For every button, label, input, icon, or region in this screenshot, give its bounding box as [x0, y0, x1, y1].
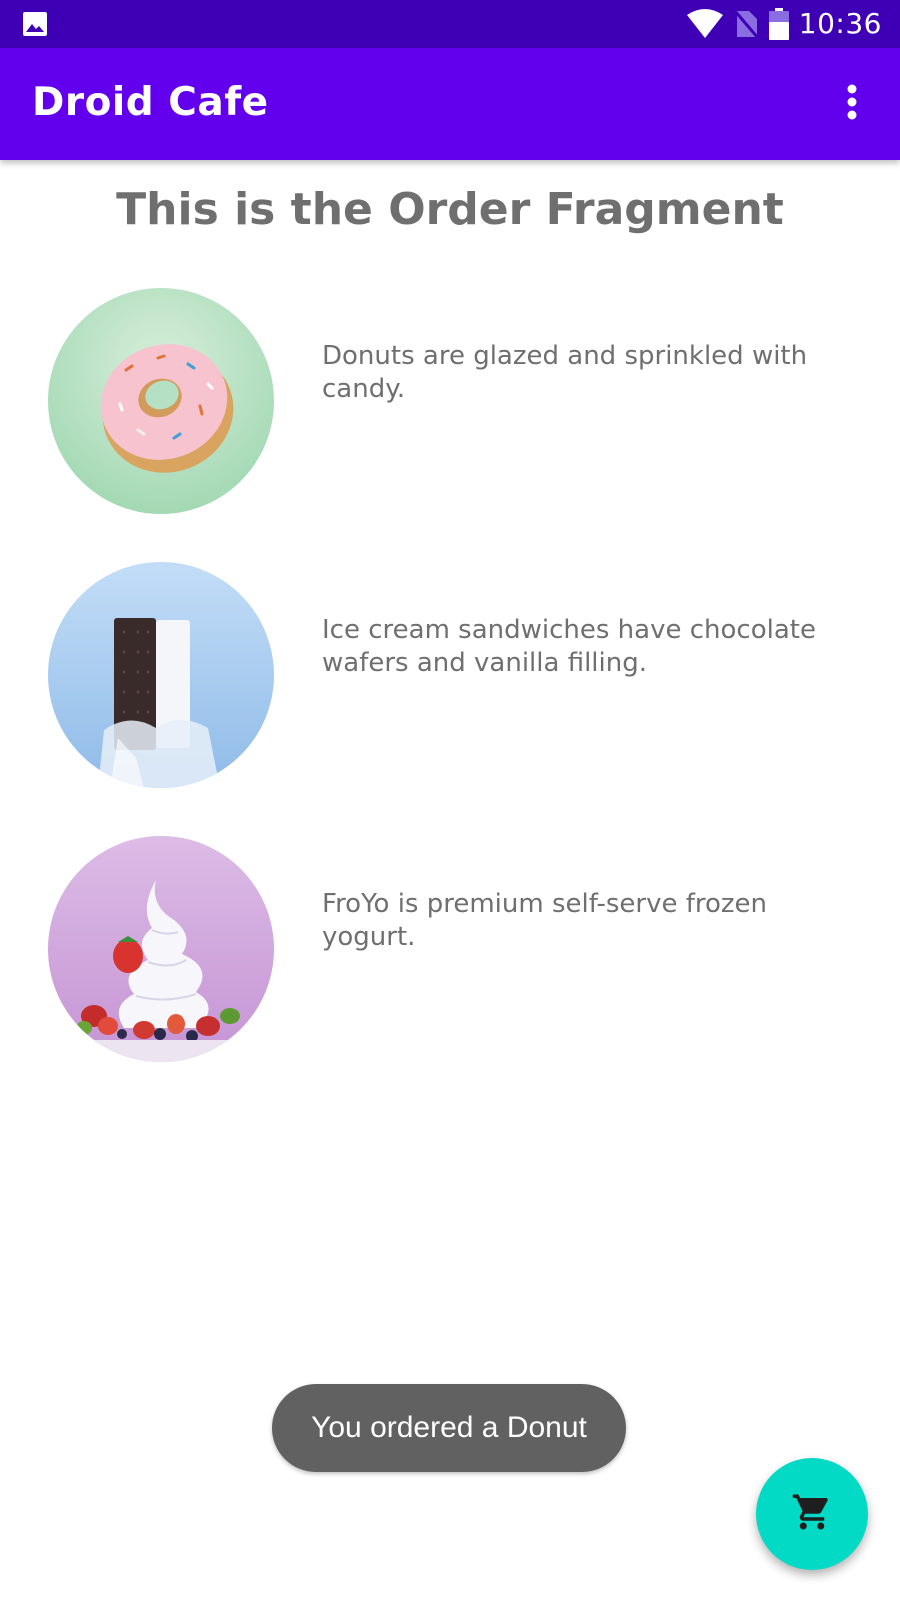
status-icons: 10:36 [686, 0, 882, 48]
status-time: 10:36 [798, 7, 882, 40]
wifi-icon [686, 9, 723, 39]
more-vert-icon [846, 84, 858, 124]
page-title: This is the Order Fragment [116, 184, 784, 235]
overflow-menu-button[interactable] [824, 76, 880, 132]
froyo-image[interactable] [48, 836, 274, 1062]
toast-message: You ordered a Donut [311, 1411, 587, 1444]
image-notification-icon [22, 11, 48, 37]
donut-image[interactable] [48, 288, 274, 514]
donut-description: Donuts are glazed and sprinkled with can… [322, 341, 808, 404]
toast: You ordered a Donut [272, 1384, 626, 1472]
battery-icon [768, 8, 789, 40]
app-bar: Droid Cafe [0, 48, 900, 160]
froyo-description: FroYo is premium self-serve frozen yogur… [322, 889, 768, 952]
ice-cream-sandwich-description: Ice cream sandwiches have chocolate wafe… [322, 615, 816, 678]
ice-cream-sandwich-image[interactable] [48, 562, 274, 788]
app-title: Droid Cafe [32, 80, 269, 125]
status-bar: 10:36 [0, 0, 900, 48]
shopping-cart-icon [791, 1491, 833, 1537]
no-sim-icon [733, 9, 759, 39]
shopping-cart-button[interactable] [756, 1458, 868, 1570]
